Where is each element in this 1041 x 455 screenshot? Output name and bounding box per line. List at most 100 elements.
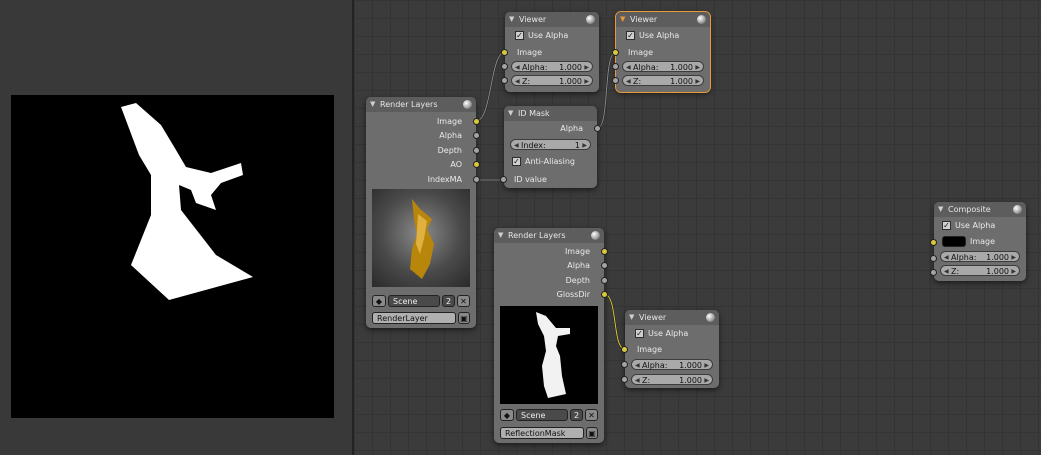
scene-icon[interactable]: ◆ [500,409,514,421]
close-icon[interactable]: ✕ [457,295,470,307]
render-layer-icon[interactable]: ▣ [458,312,470,324]
use-alpha-checkbox[interactable]: ✓ [626,31,635,40]
node-title: Viewer [639,313,667,322]
z-field[interactable]: ◀ Z: 1.000 ▶ [511,75,593,86]
viewer-node-3[interactable]: ▼ Viewer ✓ Use Alpha Image ◀ Alpha: 1.000 ▶ … [621,310,719,388]
alpha-field[interactable]: ◀ Alpha: 1.000 ▶ [631,359,713,370]
node-header[interactable]: ▼ Render Layers [494,228,604,243]
ao-output-label: AO [450,160,462,169]
node-header[interactable]: ▼ Composite [934,202,1026,217]
image-input-label: Image [628,48,654,57]
image-output-label: Image [564,247,590,256]
node-header[interactable]: ▼ Render Layers [366,97,476,112]
index-field[interactable]: ◀ Index: 1 ▶ [510,139,591,150]
node-title: Composite [948,205,991,214]
z-field[interactable]: ◀ Z: 1.000 ▶ [622,75,704,86]
render-preview-thumbnail [500,306,598,404]
id-mask-node[interactable]: ▼ ID Mask Alpha ◀ Index: 1 ▶ ✓ Anti-Aliasing… [500,106,601,188]
node-collapse-icon[interactable]: ▼ [509,12,514,27]
alpha-output-socket[interactable] [594,125,601,132]
render-layers-node-2[interactable]: ▼ Render Layers Image Alpha Depth GlossDi… [494,228,608,443]
image-output-socket[interactable] [601,248,608,255]
close-icon[interactable]: ✕ [585,409,598,421]
image-input-socket[interactable] [612,49,619,56]
node-preview-icon[interactable] [1013,205,1022,214]
node-header[interactable]: ▼ Viewer [616,12,710,27]
alpha-output-socket[interactable] [601,262,608,269]
node-collapse-icon[interactable]: ▼ [629,310,634,325]
indexma-output-socket[interactable] [473,176,480,183]
render-preview-object [410,199,434,279]
scene-selector[interactable]: Scene [388,295,440,307]
node-header[interactable]: ▼ Viewer [505,12,599,27]
render-preview-object [536,312,570,398]
image-input-label: Image [970,237,996,246]
node-collapse-icon[interactable]: ▼ [938,202,943,217]
node-title: Viewer [519,15,547,24]
image-input-socket[interactable] [930,239,937,246]
render-preview-thumbnail [372,189,470,287]
node-preview-icon[interactable] [591,231,600,240]
node-preview-icon[interactable] [463,100,472,109]
node-collapse-icon[interactable]: ▼ [370,97,375,112]
render-layer-icon[interactable]: ▣ [586,427,598,439]
render-layer-selector[interactable]: ReflectionMask [500,427,584,439]
glossdir-output-socket[interactable] [601,291,608,298]
composite-node[interactable]: ▼ Composite ✓ Use Alpha Image ◀ Alpha: 1.00… [930,202,1026,281]
scene-selector[interactable]: Scene [516,409,568,421]
node-preview-icon[interactable] [697,15,706,24]
viewer-node-2[interactable]: ▼ Viewer ✓ Use Alpha Image ◀ Alpha: 1.000 ▶ … [612,11,711,93]
use-alpha-checkbox[interactable]: ✓ [942,221,951,230]
anti-aliasing-label: Anti-Aliasing [525,157,575,166]
viewer-backdrop-image [11,95,334,418]
render-layer-selector[interactable]: RenderLayer [372,312,456,324]
z-input-socket[interactable] [501,77,508,84]
ao-output-socket[interactable] [473,161,480,168]
alpha-output-label: Alpha [560,124,583,133]
image-output-socket[interactable] [473,118,480,125]
alpha-output-socket[interactable] [473,132,480,139]
viewer-node-1[interactable]: ▼ Viewer ✓ Use Alpha Image ◀ Alpha: 1.000 ▶ … [501,12,599,92]
render-layers-node-1[interactable]: ▼ Render Layers Image Alpha Depth AO Inde… [366,97,480,328]
id-value-input-socket[interactable] [500,176,507,183]
depth-output-socket[interactable] [601,277,608,284]
image-color-swatch[interactable] [942,236,966,247]
alpha-input-socket[interactable] [501,63,508,70]
z-input-socket[interactable] [930,269,937,276]
alpha-input-socket[interactable] [621,361,628,368]
scene-user-count: 2 [570,409,583,421]
alpha-output-label: Alpha [567,261,590,270]
alpha-field[interactable]: ◀ Alpha: 1.000 ▶ [511,61,593,72]
z-field[interactable]: ◀ Z: 1.000 ▶ [631,374,713,385]
node-title: Render Layers [380,100,438,109]
image-input-socket[interactable] [501,49,508,56]
node-collapse-icon[interactable]: ▼ [620,12,625,27]
use-alpha-label: Use Alpha [639,31,680,40]
mask-silhouette [121,103,253,300]
scene-icon[interactable]: ◆ [372,295,386,307]
node-collapse-icon[interactable]: ▼ [508,106,513,121]
id-value-label: ID value [514,175,547,184]
alpha-input-socket[interactable] [930,255,937,262]
z-input-socket[interactable] [612,77,619,84]
alpha-field[interactable]: ◀ Alpha: 1.000 ▶ [622,61,704,72]
image-input-socket[interactable] [621,346,628,353]
alpha-output-label: Alpha [439,131,462,140]
scene-user-count: 2 [442,295,455,307]
z-field[interactable]: ◀ Z: 1.000 ▶ [940,265,1020,276]
node-collapse-icon[interactable]: ▼ [498,228,503,243]
use-alpha-checkbox[interactable]: ✓ [515,31,524,40]
alpha-input-socket[interactable] [612,63,619,70]
node-preview-icon[interactable] [586,15,595,24]
node-header[interactable]: ▼ Viewer [625,310,719,325]
anti-aliasing-checkbox[interactable]: ✓ [512,157,521,166]
depth-output-label: Depth [437,146,462,155]
indexma-output-label: IndexMA [427,175,462,184]
z-input-socket[interactable] [621,376,628,383]
alpha-field[interactable]: ◀ Alpha: 1.000 ▶ [940,251,1020,262]
node-header[interactable]: ▼ ID Mask [504,106,597,121]
node-preview-icon[interactable] [706,313,715,322]
depth-output-socket[interactable] [473,147,480,154]
use-alpha-checkbox[interactable]: ✓ [635,329,644,338]
glossdir-output-label: GlossDir [556,290,590,299]
